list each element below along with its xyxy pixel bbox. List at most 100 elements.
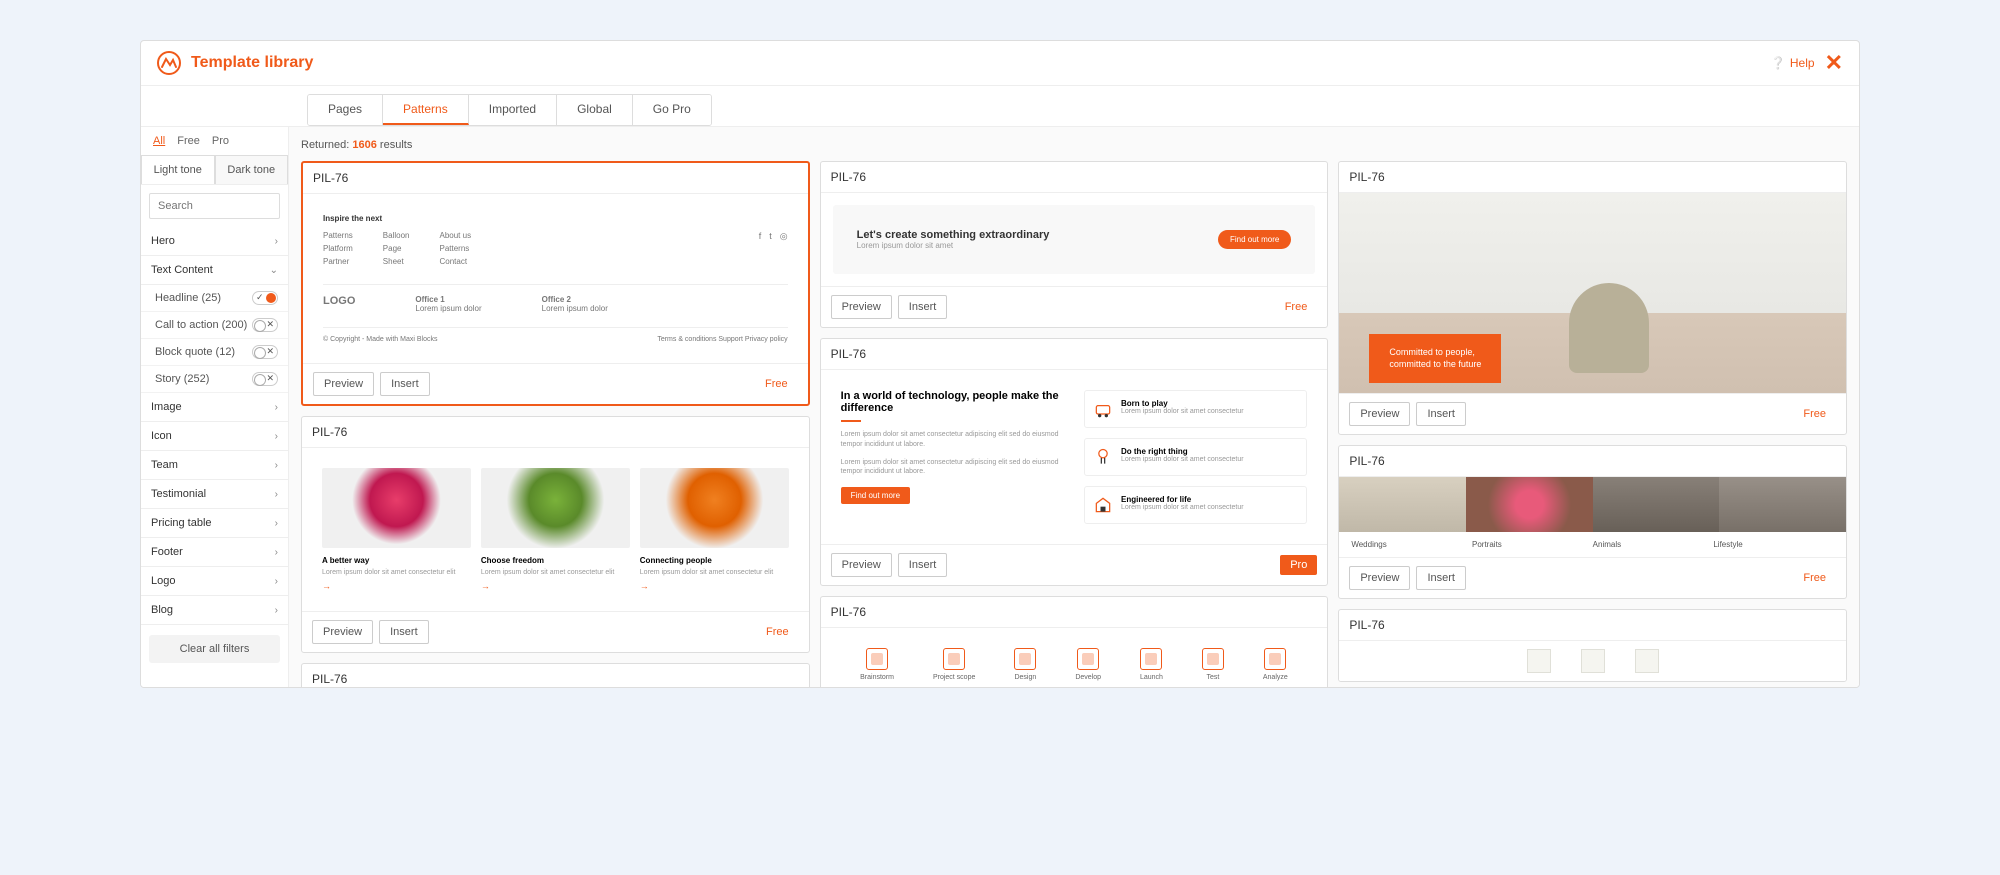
- chevron-right-icon: ›: [275, 547, 278, 558]
- search-input[interactable]: [149, 193, 280, 219]
- card-title: PIL-76: [303, 163, 808, 194]
- facebook-icon: f: [759, 231, 762, 270]
- chevron-down-icon: ⌄: [270, 265, 278, 276]
- filter-free[interactable]: Free: [177, 135, 200, 147]
- template-card[interactable]: PIL-76 Committed to people,committed to …: [1338, 161, 1847, 435]
- template-card[interactable]: PIL-76 Let's create something extraordin…: [820, 161, 1329, 328]
- card-title: PIL-76: [1339, 446, 1846, 477]
- tone-dark[interactable]: Dark tone: [215, 155, 289, 184]
- badge-pro: Pro: [1280, 555, 1317, 575]
- sub-block-quote[interactable]: Block quote (12): [141, 339, 288, 366]
- main-tabs-row: Pages Patterns Imported Global Go Pro: [141, 86, 1859, 127]
- cat-hero[interactable]: Hero›: [141, 227, 288, 256]
- insert-button[interactable]: Insert: [1416, 402, 1466, 426]
- instagram-icon: ◎: [780, 231, 788, 270]
- tab-pages[interactable]: Pages: [308, 95, 383, 125]
- card-preview: Let's create something extraordinaryLore…: [821, 205, 1328, 274]
- insert-button[interactable]: Insert: [1416, 566, 1466, 590]
- toggle-cta[interactable]: [252, 318, 278, 332]
- card-title: PIL-76: [1339, 162, 1846, 193]
- preview-button[interactable]: Preview: [1349, 402, 1410, 426]
- tone-light[interactable]: Light tone: [141, 155, 215, 184]
- badge-free: Free: [1793, 404, 1836, 424]
- preview-button[interactable]: Preview: [313, 372, 374, 396]
- tab-global[interactable]: Global: [557, 95, 633, 125]
- template-card[interactable]: PIL-76 Brainstorm Project scope Design D…: [820, 596, 1329, 687]
- toggle-headline[interactable]: [252, 291, 278, 305]
- badge-free: Free: [1793, 568, 1836, 588]
- process-icon: [1014, 648, 1036, 670]
- card-preview: A better wayLorem ipsum dolor sit amet c…: [302, 448, 809, 611]
- close-button[interactable]: ✕: [1825, 52, 1843, 74]
- clear-filters-button[interactable]: Clear all filters: [149, 635, 280, 663]
- sub-cta[interactable]: Call to action (200): [141, 312, 288, 339]
- preview-button[interactable]: Preview: [831, 553, 892, 577]
- template-card[interactable]: PIL-76 In a world of technology, people …: [820, 338, 1329, 586]
- template-card[interactable]: PIL-76 A better wayLorem ipsum dolor sit…: [301, 416, 810, 653]
- card-preview: WeddingsPortraitsAnimalsLifestyle: [1339, 477, 1846, 557]
- preview-button[interactable]: Preview: [1349, 566, 1410, 590]
- process-icon: [1202, 648, 1224, 670]
- preview-button[interactable]: Preview: [831, 295, 892, 319]
- cat-team[interactable]: Team›: [141, 451, 288, 480]
- toggle-story[interactable]: [252, 372, 278, 386]
- help-icon: ❔: [1771, 56, 1786, 70]
- cat-testimonial[interactable]: Testimonial›: [141, 480, 288, 509]
- tab-go-pro[interactable]: Go Pro: [633, 95, 711, 125]
- cat-logo[interactable]: Logo›: [141, 567, 288, 596]
- filter-all[interactable]: All: [153, 135, 165, 147]
- card-preview: Committed to people,committed to the fut…: [1339, 193, 1846, 393]
- help-label: Help: [1790, 56, 1815, 70]
- sub-headline[interactable]: Headline (25): [141, 285, 288, 312]
- insert-button[interactable]: Insert: [380, 372, 430, 396]
- insert-button[interactable]: Insert: [898, 553, 948, 577]
- badge-free: Free: [1275, 297, 1318, 317]
- tab-patterns[interactable]: Patterns: [383, 95, 469, 125]
- card-preview: Brainstorm Project scope Design Develop …: [821, 628, 1328, 687]
- chevron-right-icon: ›: [275, 605, 278, 616]
- card-preview: In a world of technology, people make th…: [821, 370, 1328, 544]
- process-icon: [1077, 648, 1099, 670]
- cat-blog[interactable]: Blog›: [141, 596, 288, 625]
- brand-logo-icon: [157, 51, 181, 75]
- modal-title: Template library: [191, 54, 313, 72]
- help-link[interactable]: ❔ Help: [1771, 56, 1815, 70]
- modal-header: Template library ❔ Help ✕: [141, 41, 1859, 86]
- process-icon: [1140, 648, 1162, 670]
- main-tabs: Pages Patterns Imported Global Go Pro: [307, 94, 712, 126]
- chevron-right-icon: ›: [275, 518, 278, 529]
- badge-free: Free: [756, 622, 799, 642]
- filter-pro[interactable]: Pro: [212, 135, 229, 147]
- chevron-right-icon: ›: [275, 431, 278, 442]
- process-icon: [1264, 648, 1286, 670]
- template-card[interactable]: PIL-76 Inspire the next PatternsPlatform…: [301, 161, 810, 406]
- cat-icon[interactable]: Icon›: [141, 422, 288, 451]
- process-icon: [943, 648, 965, 670]
- insert-button[interactable]: Insert: [379, 620, 429, 644]
- chevron-right-icon: ›: [275, 236, 278, 247]
- twitter-icon: t: [769, 231, 772, 270]
- card-title: PIL-76: [302, 417, 809, 448]
- process-icon: [866, 648, 888, 670]
- template-card[interactable]: PIL-76 WeddingsPortraitsAnimalsLifestyle…: [1338, 445, 1847, 599]
- toggle-block-quote[interactable]: [252, 345, 278, 359]
- card-title: PIL-76: [821, 597, 1328, 628]
- card-preview: Inspire the next PatternsPlatformPartner…: [303, 194, 808, 363]
- template-card[interactable]: PIL-76: [1338, 609, 1847, 682]
- chevron-right-icon: ›: [275, 460, 278, 471]
- results-content: Returned: 1606 results PIL-76 Inspire th…: [289, 127, 1859, 687]
- card-title: PIL-76: [821, 339, 1328, 370]
- template-library-modal: Template library ❔ Help ✕ Pages Patterns…: [140, 40, 1860, 688]
- insert-button[interactable]: Insert: [898, 295, 948, 319]
- cat-footer[interactable]: Footer›: [141, 538, 288, 567]
- card-title: PIL-76: [302, 664, 809, 687]
- cat-text-content[interactable]: Text Content⌄: [141, 256, 288, 285]
- preview-button[interactable]: Preview: [312, 620, 373, 644]
- cat-image[interactable]: Image›: [141, 393, 288, 422]
- sub-story[interactable]: Story (252): [141, 366, 288, 393]
- badge-free: Free: [755, 374, 798, 394]
- cat-pricing[interactable]: Pricing table›: [141, 509, 288, 538]
- template-card[interactable]: PIL-76: [301, 663, 810, 687]
- tab-imported[interactable]: Imported: [469, 95, 557, 125]
- chevron-right-icon: ›: [275, 402, 278, 413]
